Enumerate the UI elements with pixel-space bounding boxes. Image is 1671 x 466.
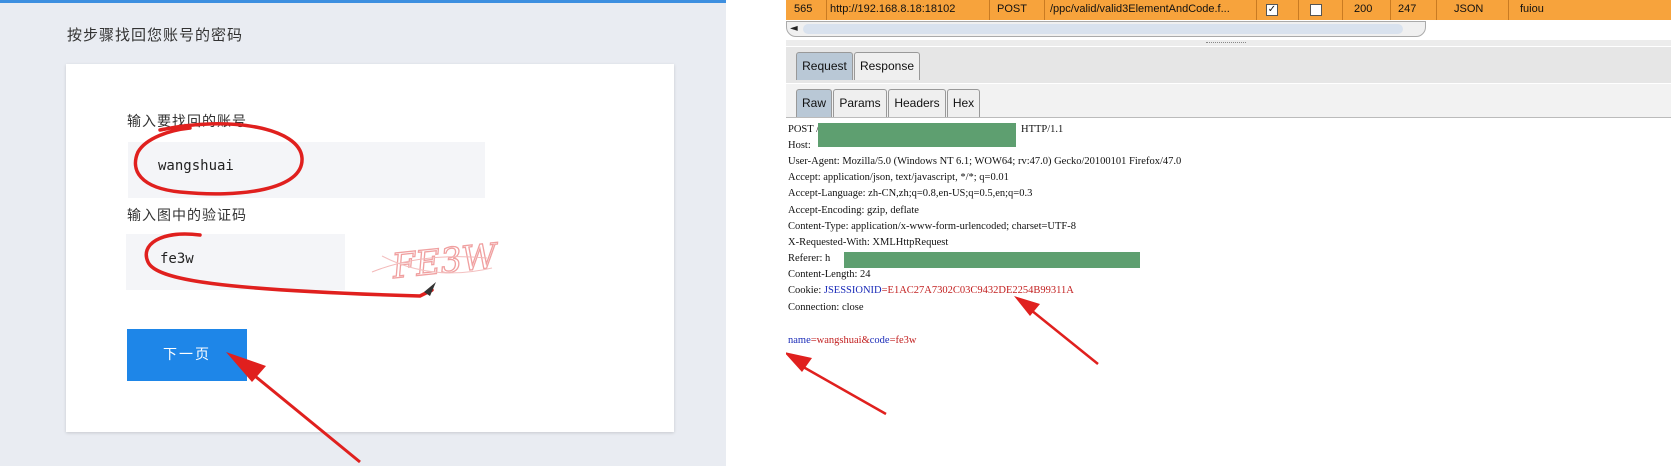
history-method: POST — [997, 3, 1027, 15]
connection-header: Connection: close — [788, 302, 864, 313]
spacer — [726, 0, 786, 466]
accept-header: Accept: application/json, text/javascrip… — [788, 172, 1009, 183]
x-requested-with-header: X-Requested-With: XMLHttpRequest — [788, 237, 949, 248]
page-heading: 按步骤找回您账号的密码 — [67, 26, 244, 44]
history-extension: fuiou — [1520, 3, 1544, 15]
next-page-button[interactable]: 下一页 — [127, 329, 247, 381]
content-length-header: Content-Length: 24 — [788, 269, 871, 280]
edited-checkbox[interactable] — [1310, 4, 1322, 16]
tab-request[interactable]: Request — [796, 52, 853, 80]
accept-language-header: Accept-Language: zh-CN,zh;q=0.8,en-US;q=… — [788, 188, 1033, 199]
tab-params[interactable]: Params — [833, 89, 887, 117]
redaction-block — [818, 123, 1016, 147]
scroll-left-icon[interactable]: ◄ — [790, 23, 798, 34]
http-request-viewer: 565 http://192.168.8.18:18102 POST /ppc/… — [786, 0, 1671, 466]
splitter-grip-icon — [1206, 42, 1246, 44]
host-header: Host: — [788, 140, 811, 151]
request-protocol: HTTP/1.1 — [1021, 124, 1064, 135]
user-agent-header: User-Agent: Mozilla/5.0 (Windows NT 6.1;… — [788, 156, 1182, 167]
tab-raw[interactable]: Raw — [796, 89, 832, 117]
request-body: name=wangshuai&code=fe3w — [788, 335, 917, 346]
history-host: http://192.168.8.18:18102 — [830, 3, 956, 15]
recovery-card: 输入要找回的账号 wangshuai 输入图中的验证码 fe3w FE3W 下一… — [66, 64, 674, 432]
accept-encoding-header: Accept-Encoding: gzip, deflate — [788, 205, 919, 216]
top-accent-line — [0, 0, 726, 3]
message-view-tabs: Raw Params Headers Hex — [786, 84, 1671, 118]
referer-header: Referer: h — [788, 253, 831, 264]
content-type-header: Content-Type: application/x-www-form-url… — [788, 221, 1077, 232]
captcha-label: 输入图中的验证码 — [127, 208, 247, 224]
params-checkbox[interactable]: ✓ — [1266, 4, 1278, 16]
history-id: 565 — [794, 3, 813, 15]
cookie-name: JSESSIONID — [823, 285, 882, 296]
history-mime: JSON — [1454, 3, 1484, 15]
redaction-block — [844, 252, 1140, 268]
scrollbar-thumb[interactable] — [803, 24, 1403, 34]
captcha-image[interactable]: FE3W — [362, 232, 502, 290]
tab-response[interactable]: Response — [854, 52, 920, 80]
account-label: 输入要找回的账号 — [127, 114, 247, 130]
horizontal-scrollbar[interactable]: ◄ — [786, 21, 1426, 37]
request-response-tabs: Request Response — [786, 47, 1671, 83]
history-status: 200 — [1354, 3, 1373, 15]
proxy-history-row[interactable]: 565 http://192.168.8.18:18102 POST /ppc/… — [786, 0, 1671, 20]
captcha-input[interactable] — [126, 234, 345, 290]
account-input-value: wangshuai — [158, 158, 234, 174]
request-line: POST / — [788, 124, 820, 135]
pane-splitter[interactable] — [786, 40, 1671, 46]
captcha-input-value: fe3w — [160, 251, 194, 267]
history-url: /ppc/valid/valid3ElementAndCode.f... — [1050, 3, 1230, 15]
tab-headers[interactable]: Headers — [888, 89, 946, 117]
raw-request-text[interactable]: POST / HTTP/1.1 Host: User-Agent: Mozill… — [786, 119, 1671, 466]
cookie-header: Cookie: JSESSIONID=E1AC27A7302C03C9432DE… — [788, 285, 1074, 296]
cookie-value: =E1AC27A7302C03C9432DE2254B99311A — [881, 285, 1074, 296]
history-length: 247 — [1398, 3, 1417, 15]
recovery-page: 按步骤找回您账号的密码 输入要找回的账号 wangshuai 输入图中的验证码 … — [0, 0, 726, 466]
tab-hex[interactable]: Hex — [947, 89, 980, 117]
